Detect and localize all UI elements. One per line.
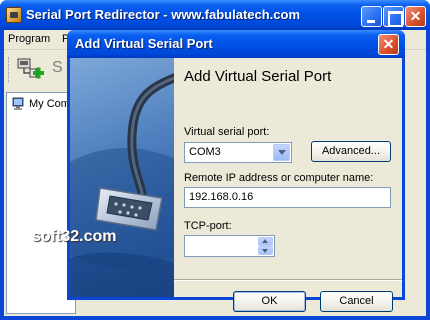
dialog-titlebar[interactable]: Add Virtual Serial Port ✕: [67, 30, 405, 58]
spin-down-icon[interactable]: [258, 246, 273, 255]
serial-cable-illustration: [70, 73, 174, 297]
dialog-body: Add Virtual Serial Port Virtual serial p…: [70, 58, 402, 312]
tree-pane[interactable]: My Com: [6, 92, 76, 314]
remote-address-label: Remote IP address or computer name:: [184, 172, 374, 184]
tcp-port-spinner[interactable]: [184, 235, 275, 257]
tcp-port-label: TCP-port:: [184, 220, 232, 232]
dialog-heading: Add Virtual Serial Port: [184, 68, 332, 85]
toolbar-grip[interactable]: [8, 57, 11, 83]
spin-up-icon[interactable]: [258, 237, 273, 246]
minimize-button[interactable]: [361, 6, 382, 27]
virtual-port-value: COM3: [189, 146, 221, 158]
menu-program[interactable]: Program: [8, 33, 50, 45]
dialog-title: Add Virtual Serial Port: [75, 36, 213, 51]
serial-port-app-icon: [6, 7, 22, 23]
add-virtual-serial-port-dialog: Add Virtual Serial Port ✕ Add Virtual Se…: [67, 30, 405, 312]
close-icon: ✕: [409, 8, 422, 24]
dialog-close-button[interactable]: ✕: [378, 34, 399, 55]
dialog-banner-image: [70, 58, 174, 297]
ok-button[interactable]: OK: [233, 291, 306, 312]
main-titlebar[interactable]: Serial Port Redirector - www.fabulatech.…: [0, 0, 430, 30]
divider: [174, 279, 402, 281]
add-port-icon[interactable]: [16, 55, 46, 85]
tree-root-label[interactable]: My Com: [29, 98, 70, 110]
main-window-title: Serial Port Redirector - www.fabulatech.…: [26, 7, 301, 22]
close-icon: ✕: [382, 36, 395, 52]
chevron-down-icon[interactable]: [273, 144, 290, 161]
virtual-port-select[interactable]: COM3: [184, 142, 292, 163]
remote-address-input[interactable]: 192.168.0.16: [184, 187, 391, 208]
toolbar-second-label[interactable]: S: [52, 59, 63, 77]
virtual-port-label: Virtual serial port:: [184, 126, 270, 138]
computer-icon: [12, 97, 24, 110]
maximize-button[interactable]: [383, 6, 404, 27]
main-close-button[interactable]: ✕: [405, 6, 426, 27]
cancel-button[interactable]: Cancel: [320, 291, 393, 312]
watermark: soft32.com: [32, 228, 117, 245]
advanced-button[interactable]: Advanced...: [311, 141, 391, 162]
